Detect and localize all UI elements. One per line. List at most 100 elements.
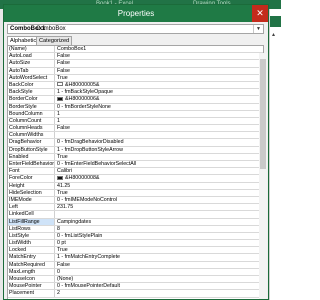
property-value-text: False [57,125,70,132]
property-row[interactable]: ListFillRange Campingdates [8,218,263,226]
property-row[interactable]: ColumnHeads False [8,125,263,133]
property-value[interactable]: True [57,247,263,253]
property-value-text: False [57,60,70,67]
property-row[interactable]: IMEMode 0 - fmIMEModeNoControl [8,196,263,205]
excel-side-panel: ▴ [269,9,281,300]
property-name: BoundColumn [8,110,55,117]
property-row[interactable]: ForeColor &H80000008& [8,175,263,183]
property-row[interactable]: AutoWordSelect True [8,74,263,82]
close-button[interactable]: ✕ [252,5,268,22]
property-row[interactable]: Font Calibri [8,168,263,176]
property-row[interactable]: MaxLength 0 [8,268,263,276]
property-name: MouseIcon [8,276,55,283]
property-value[interactable]: 0 - fmBorderStyleNone [57,104,263,110]
property-value[interactable]: 0 - fmListStylePlain [57,233,263,239]
property-value[interactable]: False [57,68,263,74]
property-value[interactable]: 8 [57,226,263,232]
property-value-text: 0 - fmListStylePlain [57,232,103,239]
scrollbar-thumb[interactable] [260,59,266,169]
property-row[interactable]: BorderColor &H80000006& [8,96,263,104]
property-name: Font [8,168,55,175]
property-value[interactable]: 0 - fmMousePointerDefault [57,283,263,289]
color-swatch-icon [57,175,63,180]
property-row[interactable]: ListStyle 0 - fmListStylePlain [8,232,263,241]
property-row[interactable]: MouseIcon (None) [8,276,263,284]
property-value[interactable]: False [57,60,263,66]
property-row[interactable]: AutoSize False [8,60,263,68]
property-value[interactable]: 1 [57,111,263,117]
property-row[interactable]: ColumnWidths [8,132,263,140]
property-value-text: 2 [57,290,60,297]
property-row[interactable]: MousePointer 0 - fmMousePointerDefault [8,283,263,291]
property-row[interactable]: ListWidth 0 pt [8,240,263,248]
tab-categorized[interactable]: Categorized [36,36,73,45]
property-row[interactable]: BoundColumn 1 [8,110,263,118]
property-row[interactable]: Left 231.75 [8,204,263,212]
property-value[interactable] [57,132,263,138]
property-row[interactable]: AutoTab False [8,67,263,75]
property-row[interactable]: DragBehavior 0 - fmDragBehaviorDisabled [8,139,263,147]
object-type: ComboBox [36,26,66,32]
property-value[interactable]: 1 - fmMatchEntryComplete [57,254,263,260]
property-value[interactable]: 0 [57,269,263,275]
property-value[interactable]: True [57,75,263,81]
property-value[interactable]: &H80000006& [57,96,263,102]
property-value[interactable]: ComboBox1 [57,46,263,52]
property-value[interactable] [57,211,263,217]
property-row[interactable]: HideSelection True [8,189,263,197]
property-row[interactable]: BackColor &H80000005& [8,81,263,90]
chevron-up-icon[interactable]: ▴ [272,31,275,38]
property-row[interactable]: BackStyle 1 - fmBackStyleOpaque [8,89,263,97]
property-row[interactable]: (Name) ComboBox1 [8,46,263,54]
property-value[interactable]: 0 - fmIMEModeNoControl [57,197,263,203]
property-row[interactable]: MatchRequired False [8,261,263,269]
property-name: LinkedCell [8,211,55,218]
property-row[interactable]: BorderStyle 0 - fmBorderStyleNone [8,103,263,111]
excel-side-button[interactable] [270,16,281,27]
property-value[interactable]: &H80000005& [57,82,263,88]
property-value[interactable]: Calibri [57,168,263,174]
property-row[interactable]: Placement 2 [8,290,263,298]
property-value[interactable]: 231.75 [57,204,263,210]
property-row[interactable]: ColumnCount 1 [8,117,263,126]
property-row[interactable]: Height 41.25 [8,182,263,190]
property-value-text: True [57,74,68,81]
object-selector-dropdown[interactable]: ComboBox1 ComboBox ▼ [7,24,264,34]
property-value[interactable]: 2 [57,290,263,296]
property-value[interactable]: True [57,154,263,160]
property-value[interactable]: False [57,53,263,59]
property-value[interactable]: Campingdates [57,219,263,225]
chevron-down-icon[interactable]: ▼ [253,25,263,33]
property-name: ListWidth [8,240,55,247]
property-value[interactable]: False [57,262,263,268]
property-value[interactable]: 1 - fmBackStyleOpaque [57,89,263,95]
property-row[interactable]: MatchEntry 1 - fmMatchEntryComplete [8,254,263,262]
property-value[interactable]: 1 [57,118,263,124]
property-value[interactable]: (None) [57,276,263,282]
property-value[interactable]: 0 - fmEnterFieldBehaviorSelectAll [57,161,263,167]
property-row[interactable]: AutoLoad False [8,53,263,61]
vertical-scrollbar[interactable] [259,53,267,299]
property-value[interactable]: False [57,125,263,131]
property-value[interactable]: True [57,190,263,196]
property-row[interactable]: LinkedCell [8,211,263,219]
property-value[interactable]: &H80000008& [57,175,263,181]
property-name: BorderStyle [8,103,55,110]
property-value[interactable]: 0 - fmDragBehaviorDisabled [57,139,263,145]
property-row[interactable]: ListRows 8 [8,225,263,233]
property-value[interactable]: 0 pt [57,240,263,246]
property-value-text: 1 [57,110,60,117]
property-value-text: 1 - fmMatchEntryComplete [57,254,120,261]
property-value-text: 1 [57,117,60,124]
property-row[interactable]: EnterFieldBehavior 0 - fmEnterFieldBehavi… [8,161,263,169]
property-name: ListStyle [8,232,55,240]
property-value[interactable]: 1 - fmDropButtonStyleArrow [57,147,263,153]
title-bar[interactable]: Properties ✕ [4,5,268,22]
property-name: (Name) [8,46,55,53]
property-value[interactable]: 41.25 [57,183,263,189]
property-name: ForeColor [8,175,55,182]
property-row[interactable]: Locked True [8,247,263,255]
property-name: MatchEntry [8,254,55,261]
property-row[interactable]: Enabled True [8,153,263,161]
property-row[interactable]: DropButtonStyle 1 - fmDropButtonStyleArro… [8,146,263,154]
